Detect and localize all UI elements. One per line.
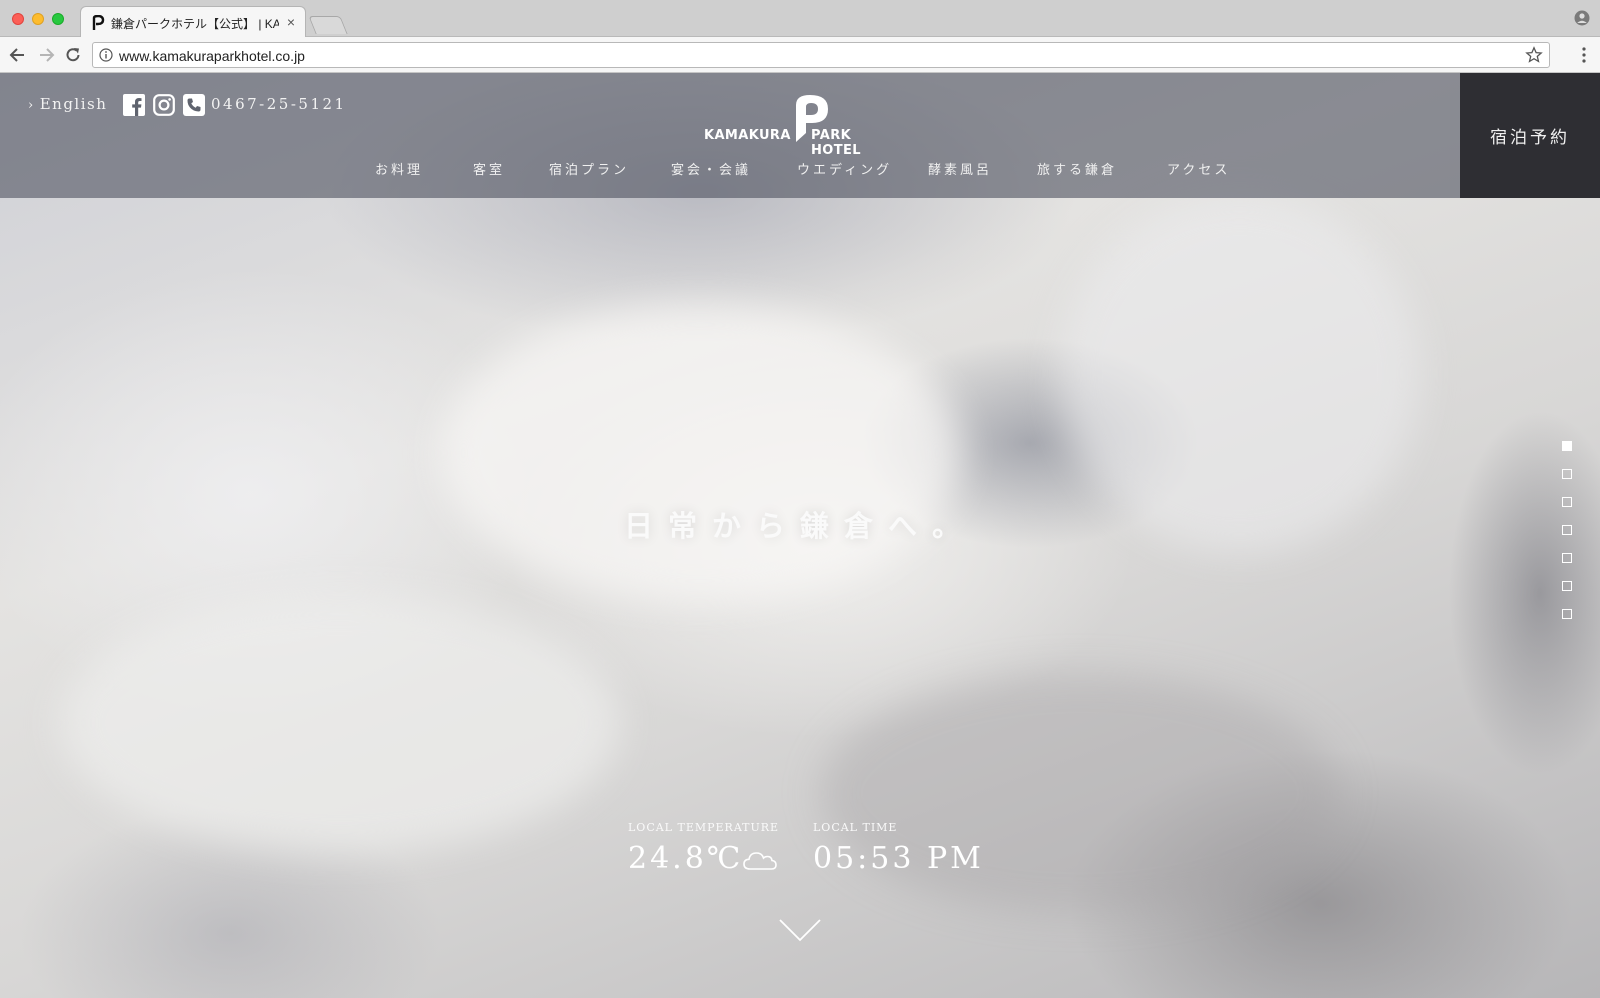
nav-item-enzyme-bath[interactable]: 酵素風呂: [928, 159, 992, 178]
logo-text-kamakura: KAMAKURA: [704, 128, 791, 143]
slide-indicator-2[interactable]: [1562, 469, 1572, 479]
temperature-label: LOCAL TEMPERATURE: [628, 821, 780, 834]
slide-indicator-6[interactable]: [1562, 581, 1572, 591]
facebook-icon[interactable]: [123, 94, 145, 116]
nav-item-stay-plans[interactable]: 宿泊プラン: [549, 159, 629, 178]
browser-toolbar: www.kamakuraparkhotel.co.jp: [0, 37, 1600, 73]
window-maximize-button[interactable]: [52, 13, 64, 25]
tab-close-icon[interactable]: ×: [287, 14, 295, 30]
slide-indicator-4[interactable]: [1562, 525, 1572, 535]
slide-indicators: [1562, 441, 1576, 631]
petal-highlight: [440, 303, 960, 603]
tab-strip: 鎌倉パークホテル【公式】 | KAMAKURA PARK HOTEL ×: [0, 0, 1600, 38]
address-bar[interactable]: www.kamakuraparkhotel.co.jp: [92, 42, 1550, 68]
nav-item-rooms[interactable]: 客室: [473, 159, 505, 178]
browser-chrome: 鎌倉パークホテル【公式】 | KAMAKURA PARK HOTEL ×: [0, 0, 1600, 73]
instagram-icon[interactable]: [153, 94, 175, 116]
park-hotel-favicon-icon: [92, 15, 105, 30]
new-tab-button[interactable]: [308, 16, 348, 34]
petal-highlight: [60, 593, 620, 853]
browser-tab-active[interactable]: 鎌倉パークホテル【公式】 | KAMAKURA PARK HOTEL ×: [80, 6, 306, 38]
cloud-icon: [743, 852, 777, 870]
english-language-link[interactable]: › English: [28, 95, 107, 113]
nav-item-wedding[interactable]: ウエディング: [797, 159, 892, 178]
window-minimize-button[interactable]: [32, 13, 44, 25]
info-icon[interactable]: [99, 48, 113, 62]
profile-icon[interactable]: [1574, 10, 1590, 26]
nav-item-cuisine[interactable]: お料理: [375, 159, 423, 178]
english-link-label: English: [39, 95, 108, 113]
local-time-value: 05:53 PM: [813, 841, 984, 876]
back-icon[interactable]: [8, 45, 28, 65]
reserve-stay-button[interactable]: 宿泊予約: [1460, 73, 1600, 198]
url-text[interactable]: www.kamakuraparkhotel.co.jp: [119, 48, 305, 64]
slide-indicator-5[interactable]: [1562, 553, 1572, 563]
nav-item-banquets-meetings[interactable]: 宴会・会議: [671, 159, 751, 178]
menu-icon[interactable]: [1576, 46, 1592, 64]
nav-item-travel-kamakura[interactable]: 旅する鎌倉: [1037, 159, 1117, 178]
chevron-right-icon: ›: [28, 98, 35, 113]
slide-indicator-7[interactable]: [1562, 609, 1572, 619]
main-navigation: お料理 客室 宿泊プラン 宴会・会議 ウエディング 酵素風呂 旅する鎌倉 アクセ…: [0, 159, 1460, 179]
star-icon[interactable]: [1525, 46, 1543, 64]
site-header: › English 0467-25-5121 KAMAKURA PARK HOTE…: [0, 73, 1460, 198]
hero-background: › English 0467-25-5121 KAMAKURA PARK HOTE…: [0, 73, 1600, 998]
nav-item-access[interactable]: アクセス: [1167, 159, 1230, 178]
hero-title: 日常から鎌倉へ。: [623, 509, 976, 543]
temperature-value: 24.8℃: [628, 841, 744, 876]
chevron-down-icon[interactable]: [778, 917, 822, 943]
slide-indicator-1[interactable]: [1562, 441, 1572, 451]
hotel-logo[interactable]: KAMAKURA PARK HOTEL: [704, 93, 900, 158]
phone-number[interactable]: 0467-25-5121: [211, 95, 347, 113]
tab-title: 鎌倉パークホテル【公式】 | KAMAKURA PARK HOTEL: [111, 17, 279, 31]
phone-icon[interactable]: [183, 94, 205, 116]
reload-icon[interactable]: [63, 45, 83, 65]
logo-text-park-hotel: PARK HOTEL: [811, 128, 861, 158]
petal-highlight: [1060, 193, 1420, 553]
window-close-button[interactable]: [12, 13, 24, 25]
local-time-label: LOCAL TIME: [813, 821, 898, 834]
local-weather-panel: LOCAL TEMPERATURE 24.8℃ LOCAL TIME 05:53…: [628, 821, 1028, 891]
slide-indicator-3[interactable]: [1562, 497, 1572, 507]
forward-icon[interactable]: [36, 45, 56, 65]
